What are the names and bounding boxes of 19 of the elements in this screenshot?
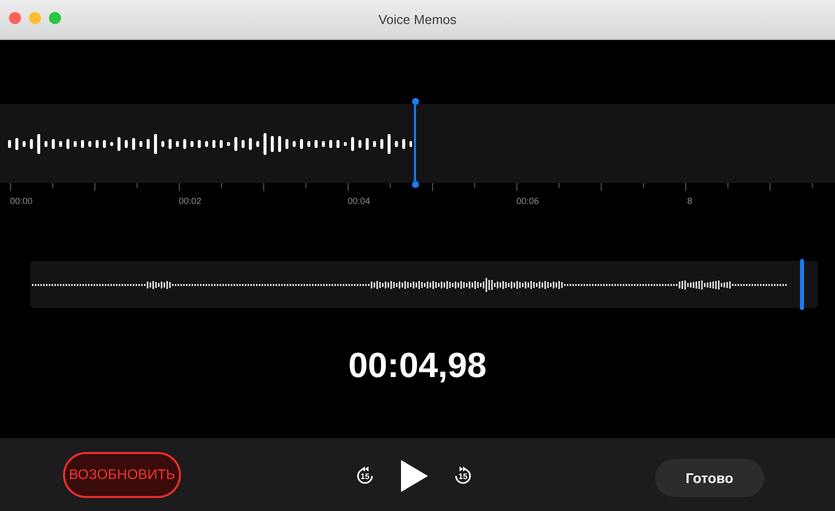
play-icon[interactable] (400, 460, 428, 492)
time-label: 8 (687, 195, 692, 208)
scrubber-handle[interactable] (800, 259, 804, 310)
forward-arrow-icon (453, 466, 473, 486)
skip-forward-button[interactable]: 15 (453, 466, 473, 486)
minimize-icon[interactable] (29, 12, 41, 24)
time-label: 00:00 (10, 195, 33, 208)
done-button[interactable]: Готово (655, 459, 764, 497)
time-label: 00:06 (516, 195, 539, 208)
window-title: Voice Memos (378, 10, 457, 29)
resume-button[interactable]: ВОЗОБНОВИТЬ (63, 452, 181, 498)
elapsed-time: 00:04,98 (348, 348, 487, 383)
skip-back-button[interactable]: 15 (355, 466, 375, 486)
time-label: 00:02 (178, 195, 202, 208)
playhead[interactable] (411, 98, 419, 188)
zoom-icon[interactable] (49, 12, 61, 24)
close-icon[interactable] (9, 12, 21, 24)
time-label: 00:04 (348, 195, 370, 208)
rewind-arrow-icon (355, 466, 375, 486)
